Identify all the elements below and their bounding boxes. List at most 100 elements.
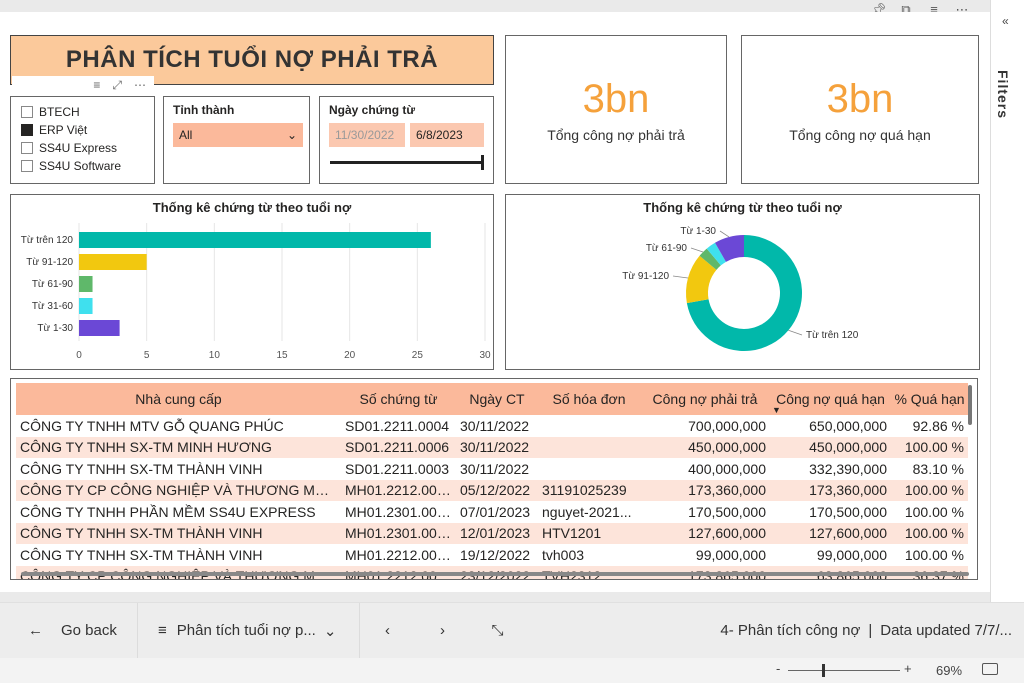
date-range-slider[interactable] [330, 155, 484, 170]
slider-handle[interactable] [481, 155, 484, 170]
y-tick-label: Từ 31-60 [32, 301, 74, 312]
table-row[interactable]: CÔNG TY TNHH SX-TM THÀNH VINH MH01.2301.0… [16, 522, 968, 544]
table-row[interactable]: CÔNG TY TNHH SX-TM THÀNH VINH MH01.2212.0… [16, 544, 968, 566]
status-bar: - + 69% [0, 658, 1024, 683]
company-option[interactable]: SS4U Software [21, 157, 144, 175]
table-row[interactable]: CÔNG TY TNHH MTV GỖ QUANG PHÚC SD01.2211.… [16, 415, 968, 437]
bar[interactable] [79, 320, 120, 336]
column-header[interactable]: Ngày CT [456, 383, 538, 415]
column-header-sorted[interactable]: Công nợ quá hạn ▼ [770, 383, 891, 415]
horizontal-scrollbar[interactable] [21, 572, 969, 576]
table-cell: SD01.2211.0003 [345, 460, 450, 477]
table-cell: 170,500,000 [809, 503, 887, 520]
divider: | [868, 622, 873, 639]
table-header-row: Nhà cung cấp Số chứng từ Ngày CT Số hóa … [16, 383, 968, 415]
next-page-button[interactable]: › [415, 603, 470, 659]
end-date-input[interactable]: 6/8/2023 [409, 123, 484, 147]
column-header[interactable]: Số chứng từ [341, 383, 456, 415]
page-selector[interactable]: ≡ Phân tích tuổi nợ p... ⌄ [138, 603, 359, 659]
checkbox[interactable] [21, 124, 33, 136]
leader-line [690, 247, 704, 253]
go-back-label: Go back [61, 622, 117, 639]
x-tick-label: 30 [479, 350, 491, 361]
table-cell: 650,000,000 [809, 417, 887, 434]
slice-label: Từ 1-30 [680, 226, 716, 237]
column-header[interactable]: Công nợ phải trả [640, 383, 770, 415]
date-slicer-label: Ngày chứng từ [329, 103, 416, 117]
x-tick-label: 0 [76, 350, 82, 361]
table-cell: 173,360,000 [770, 479, 891, 501]
report-info: 4- Phân tích công nợ | Data updated 7/7/… [720, 603, 1024, 659]
x-tick-label: 20 [344, 350, 356, 361]
filter-icon[interactable]: ≡ [93, 78, 100, 92]
table-row[interactable]: CÔNG TY TNHH SX-TM THÀNH VINH SD01.2211.0… [16, 458, 968, 480]
report-page: PHÂN TÍCH TUỔI NỢ PHẢI TRẢ ≡ ⤢ ⋯ BTECH E… [0, 12, 990, 592]
go-back-button[interactable]: ← Go back [0, 603, 137, 659]
collapse-chevron-icon[interactable]: « [1002, 14, 1009, 28]
chevron-down-icon: ⌄ [323, 622, 337, 640]
bar-chart: 0 5 10 15 20 25 30 Từ trên 120 Từ 91-120 Từ 61-90… [21, 223, 491, 361]
chevron-down-icon: ⌄ [286, 128, 297, 142]
zoom-in-button[interactable]: + [904, 661, 912, 676]
zoom-out-button[interactable]: - [776, 661, 780, 676]
bar[interactable] [79, 232, 431, 248]
filters-pane[interactable]: « Filters [990, 0, 1024, 602]
table-cell: 100.00 % [904, 503, 964, 520]
table-cell [538, 458, 640, 480]
checkbox[interactable] [21, 142, 33, 154]
checkbox[interactable] [21, 160, 33, 172]
column-header[interactable]: Số hóa đơn [538, 383, 640, 415]
company-option[interactable]: BTECH [21, 103, 144, 121]
table-cell [538, 415, 640, 437]
more-icon[interactable]: ⋯ [134, 78, 146, 92]
donut-chart: Từ trên 120 Từ 91-120 Từ 61-90 Từ 1-30 [622, 226, 859, 351]
table-cell: SD01.2211.0006 [341, 436, 456, 458]
column-header[interactable]: % Quá hạn [891, 383, 968, 415]
table-cell [538, 436, 640, 458]
company-option[interactable]: SS4U Express [21, 139, 144, 157]
company-slicer: BTECH ERP Việt SS4U Express SS4U Softwar… [10, 96, 155, 184]
fit-screen-icon[interactable] [982, 663, 998, 675]
table-cell: 31191025239 [538, 479, 640, 501]
x-tick-label: 15 [276, 350, 288, 361]
table-cell: CÔNG TY TNHH PHẦN MỀM SS4U EXPRESS [20, 503, 316, 520]
previous-page-button[interactable]: ‹ [360, 603, 415, 659]
zoom-slider-handle[interactable] [822, 664, 825, 677]
fit-to-page-button[interactable]: ⤡ [470, 603, 525, 659]
checkbox[interactable] [21, 106, 33, 118]
collapse-arrows-icon: ⤡ [491, 622, 504, 639]
chart-title: Thống kê chứng từ theo tuổi nợ [643, 200, 842, 215]
table-cell: 450,000,000 [770, 436, 891, 458]
bar-chart-visual[interactable]: Thống kê chứng từ theo tuổi nợ 0 5 10 15 20 2… [10, 194, 494, 370]
slicer-visual-header: ≡ ⤢ ⋯ [12, 76, 154, 94]
y-tick-label: Từ 1-30 [37, 323, 73, 334]
donut-chart-visual[interactable]: Thống kê chứng từ theo tuổi nợ Từ trên 1… [505, 194, 980, 370]
table-row[interactable]: CÔNG TY TNHH PHẦN MỀM SS4U EXPRESS MH01.2… [16, 501, 968, 523]
zoom-level: 69% [936, 663, 963, 678]
province-dropdown[interactable]: All ⌄ [173, 123, 303, 147]
vertical-scrollbar[interactable] [968, 385, 972, 425]
slice-label: Từ trên 120 [806, 330, 859, 341]
table-cell: 19/12/2022 [460, 546, 531, 563]
start-date-input[interactable]: 11/30/2022 [329, 123, 405, 147]
focus-mode-icon[interactable]: ⤢ [112, 78, 122, 93]
bar[interactable] [79, 276, 93, 292]
table-row[interactable]: CÔNG TY CP CÔNG NGHIỆP VÀ THƯƠNG MẠI LI.… [16, 479, 968, 501]
leader-line [719, 230, 730, 238]
company-option[interactable]: ERP Việt [21, 121, 144, 139]
table-cell: 83.10 % [912, 460, 964, 477]
x-tick-label: 10 [209, 350, 221, 361]
column-header[interactable]: Nhà cung cấp [16, 383, 341, 415]
zoom-slider[interactable] [788, 664, 900, 677]
bar[interactable] [79, 254, 147, 270]
table-cell: 100.00 % [891, 479, 968, 501]
table-cell: CÔNG TY TNHH SX-TM THÀNH VINH [16, 522, 341, 544]
table-row[interactable]: CÔNG TY TNHH SX-TM MINH HƯƠNG SD01.2211.0… [16, 436, 968, 458]
table-cell: nguyet-2021... [542, 503, 632, 520]
bar[interactable] [79, 298, 93, 314]
table-cell: 170,500,000 [688, 503, 766, 520]
kpi-label: Tổng công nợ phải trả [547, 126, 685, 143]
chart-title: Thống kê chứng từ theo tuổi nợ [152, 200, 352, 215]
kpi-card-total-payable: 3bn Tổng công nợ phải trả [505, 35, 727, 184]
table-cell: 99,000,000 [695, 546, 766, 563]
